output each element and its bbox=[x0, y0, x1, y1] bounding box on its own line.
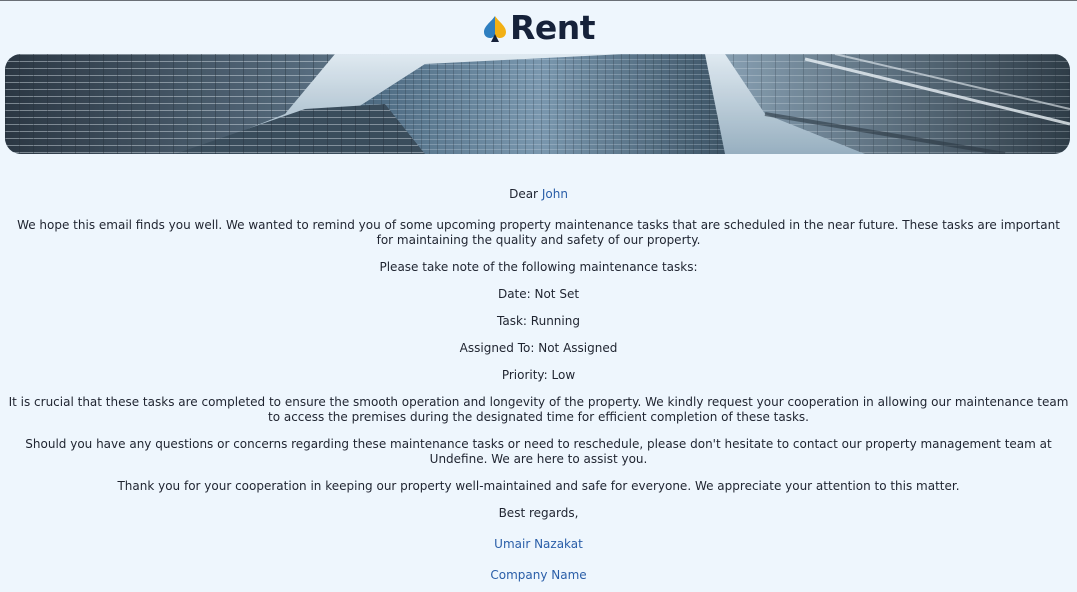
cooperation-paragraph: It is crucial that these tasks are compl… bbox=[8, 395, 1069, 424]
task-priority: Priority: Low bbox=[501, 368, 576, 382]
recipient-name: John bbox=[541, 187, 568, 201]
email-body: Dear John We hope this email finds you w… bbox=[8, 187, 1069, 592]
questions-paragraph: Should you have any questions or concern… bbox=[25, 437, 1052, 466]
task-assigned-to: Assigned To: Not Assigned bbox=[459, 341, 618, 355]
intro-paragraph: We hope this email finds you well. We wa… bbox=[17, 218, 1060, 247]
closing: Best regards, bbox=[498, 506, 579, 520]
company-name: Company Name bbox=[490, 568, 587, 582]
brand-logo: Rent bbox=[0, 9, 1077, 47]
header-banner-image bbox=[5, 54, 1070, 154]
brand-name: Rent bbox=[509, 8, 596, 47]
task-date: Date: Not Set bbox=[497, 287, 580, 301]
task-name: Task: Running bbox=[497, 314, 580, 328]
sender-name: Umair Nazakat bbox=[494, 537, 583, 551]
thanks-paragraph: Thank you for your cooperation in keepin… bbox=[117, 479, 960, 493]
greeting: Dear John bbox=[8, 187, 1069, 202]
spade-drop-icon bbox=[483, 16, 506, 42]
task-list-intro: Please take note of the following mainte… bbox=[379, 260, 698, 274]
greeting-prefix: Dear bbox=[509, 187, 538, 201]
